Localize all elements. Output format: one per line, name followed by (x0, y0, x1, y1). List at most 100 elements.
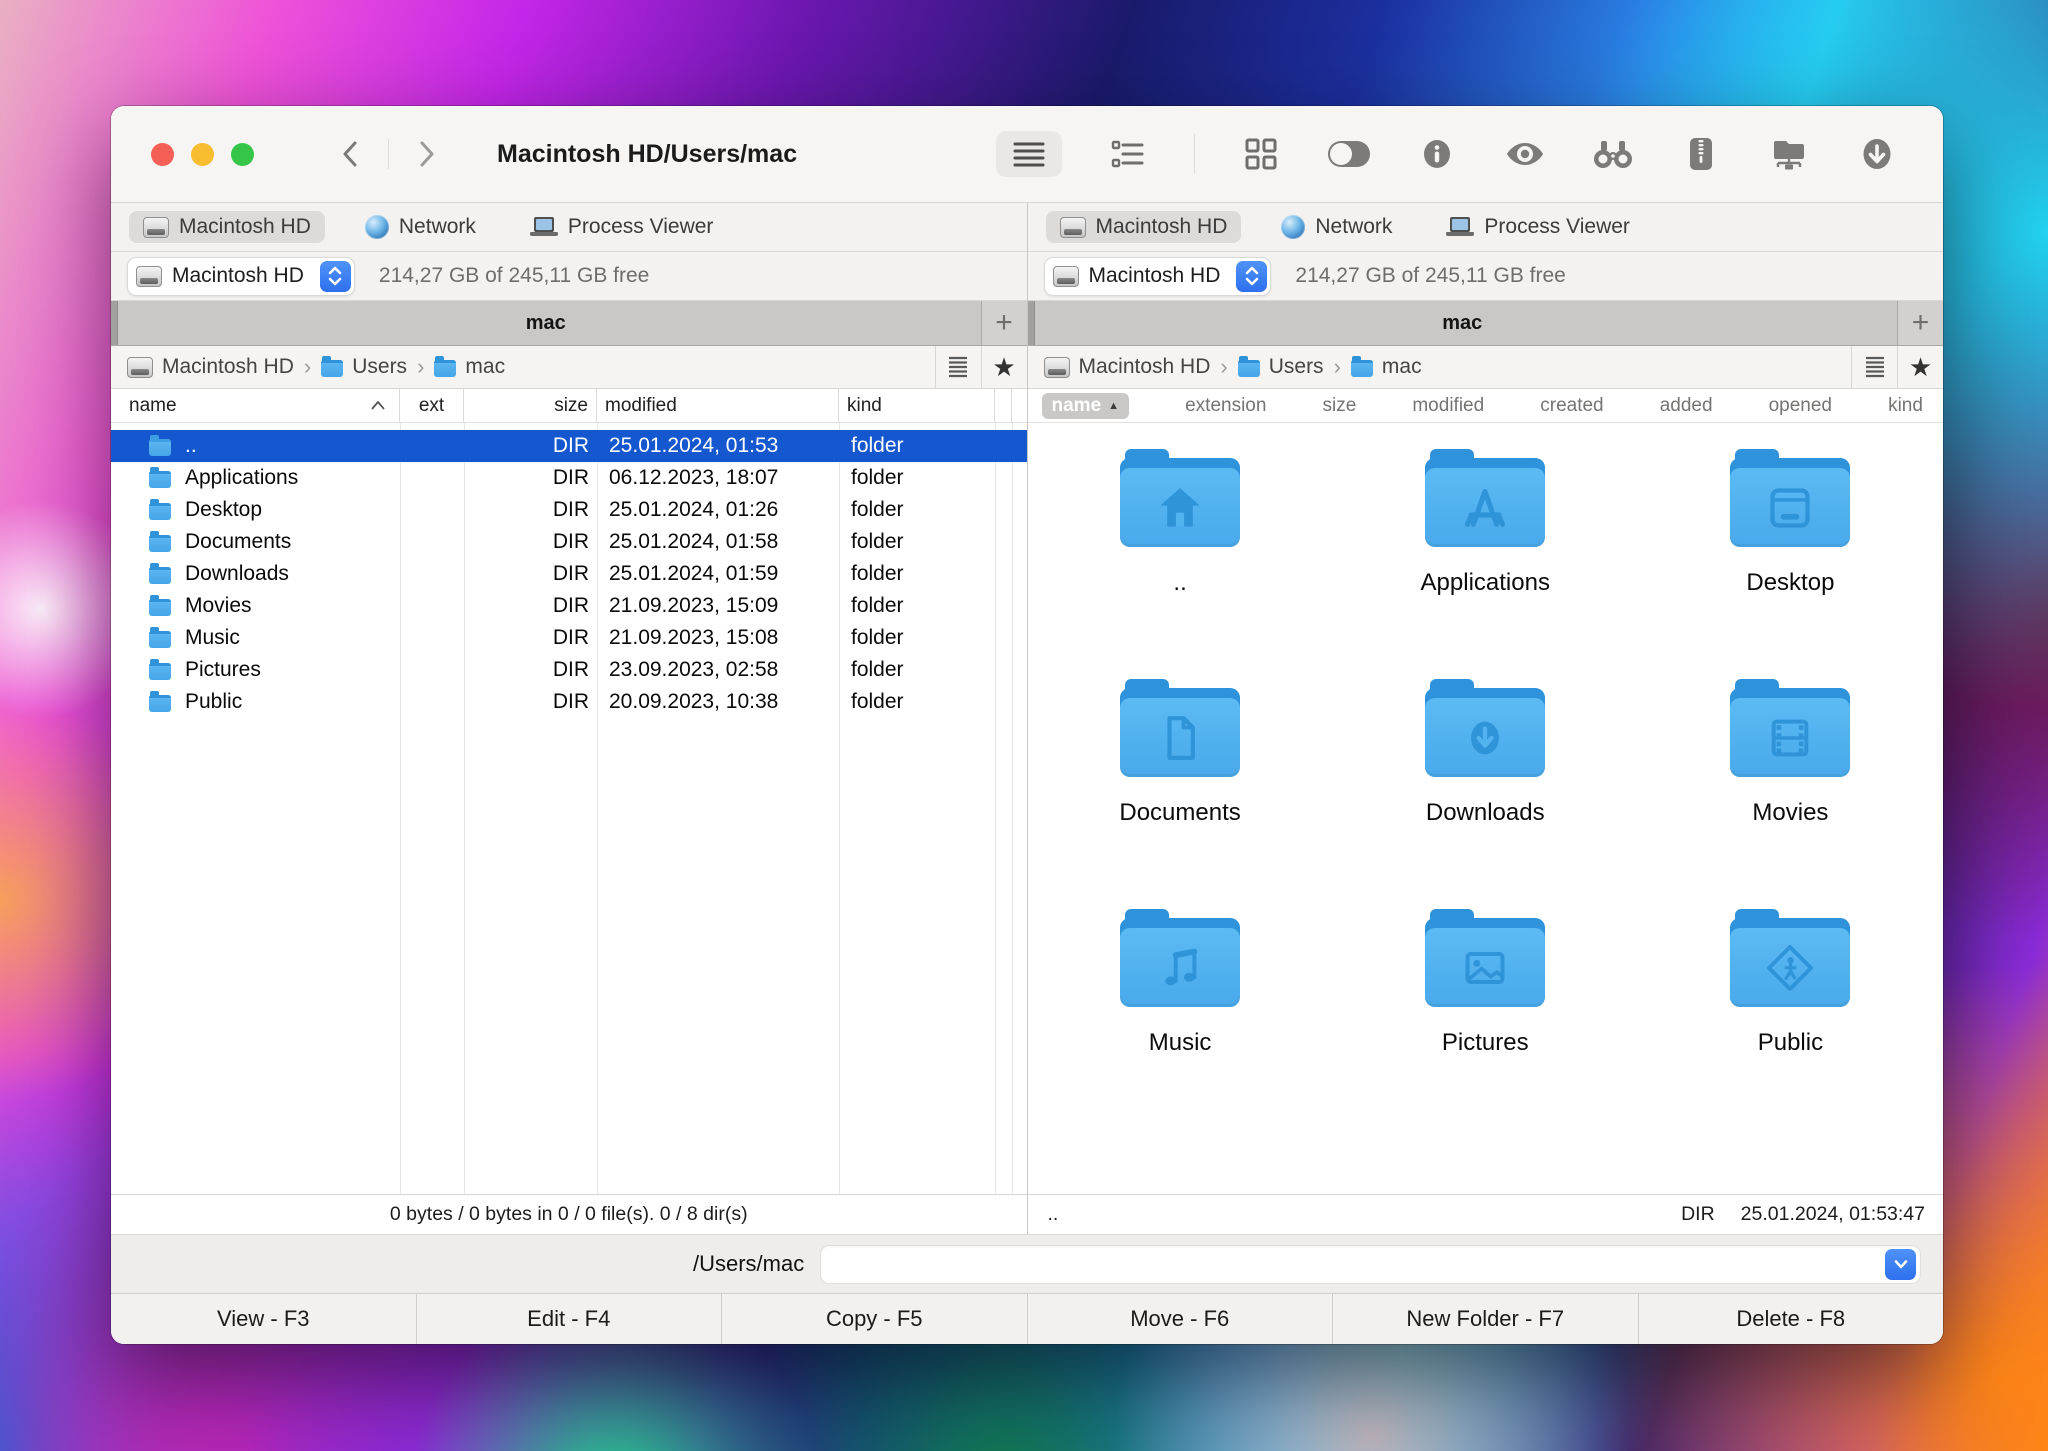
minimize-button[interactable] (191, 143, 214, 166)
place-tab-macintosh-hd[interactable]: Macintosh HD (1046, 211, 1242, 243)
column-header-filler (995, 389, 1012, 422)
column-header-extension[interactable]: extension (1185, 395, 1266, 417)
place-label: Network (1315, 215, 1392, 239)
place-tab-macintosh-hd[interactable]: Macintosh HD (129, 211, 325, 243)
column-header-kind[interactable]: kind (1888, 395, 1923, 417)
column-headers: name ext size modified kind (111, 389, 1027, 423)
info-icon (1422, 139, 1452, 169)
status-item-name: .. (1028, 1203, 1059, 1226)
folder-public-icon (1730, 909, 1850, 1007)
new-folder-f7-button[interactable]: New Folder - F7 (1333, 1294, 1639, 1344)
list-view-button[interactable] (996, 131, 1062, 177)
breadcrumb: Macintosh HD › Users › mac ★ (111, 346, 1027, 389)
column-header-opened[interactable]: opened (1769, 395, 1832, 417)
grid-item-pictures[interactable]: Pictures (1425, 909, 1545, 1139)
drive-name: Macintosh HD (1089, 264, 1227, 288)
grid-item-downloads[interactable]: Downloads (1425, 679, 1545, 909)
selection-summary: 0 bytes / 0 bytes in 0 / 0 file(s). 0 / … (390, 1203, 748, 1226)
drive-selector[interactable]: Macintosh HD (127, 257, 355, 296)
grid-item-movies[interactable]: Movies (1730, 679, 1850, 909)
download-button[interactable] (1855, 131, 1899, 177)
move-f6-button[interactable]: Move - F6 (1028, 1294, 1334, 1344)
grid-item-parent[interactable]: .. (1120, 449, 1240, 679)
table-row-music[interactable]: Music DIR 21.09.2023, 15:08 folder (111, 622, 1027, 654)
place-tab-process-viewer[interactable]: Process Viewer (516, 211, 728, 243)
info-button[interactable] (1415, 131, 1459, 177)
command-history-button[interactable] (1885, 1249, 1916, 1280)
add-tab-button[interactable]: + (1897, 301, 1943, 345)
column-header-name[interactable]: name (111, 389, 400, 422)
table-row-pictures[interactable]: Pictures DIR 23.09.2023, 02:58 folder (111, 654, 1027, 686)
place-tab-process-viewer[interactable]: Process Viewer (1432, 211, 1644, 243)
view-f3-button[interactable]: View - F3 (111, 1294, 417, 1344)
breadcrumb-item-mac[interactable]: mac (1351, 355, 1422, 379)
grid-view-button[interactable] (1239, 131, 1283, 177)
grid-item-public[interactable]: Public (1730, 909, 1850, 1139)
add-tab-button[interactable]: + (981, 301, 1027, 345)
table-row-desktop[interactable]: Desktop DIR 25.01.2024, 01:26 folder (111, 494, 1027, 526)
archive-button[interactable] (1679, 131, 1723, 177)
zoom-button[interactable] (231, 143, 254, 166)
table-row-movies[interactable]: Movies DIR 21.09.2023, 15:09 folder (111, 590, 1027, 622)
copy-f5-button[interactable]: Copy - F5 (722, 1294, 1028, 1344)
column-header-modified[interactable]: modified (597, 389, 839, 422)
back-button[interactable] (332, 136, 368, 172)
icon-grid: .. Applications Desktop (1028, 423, 1944, 1194)
place-tab-network[interactable]: Network (1267, 211, 1406, 243)
breadcrumb-separator: › (304, 354, 311, 380)
command-input[interactable] (831, 1246, 1885, 1283)
breadcrumb-item-users[interactable]: Users (1238, 355, 1324, 379)
place-tab-network[interactable]: Network (351, 211, 490, 243)
breadcrumb-item-mac[interactable]: mac (434, 355, 505, 379)
hidden-files-toggle[interactable] (1327, 131, 1371, 177)
grid-item-music[interactable]: Music (1120, 909, 1240, 1139)
globe-icon (1281, 215, 1305, 239)
command-input-wrap (820, 1245, 1921, 1284)
chevron-left-icon (342, 141, 358, 167)
column-header-created[interactable]: created (1540, 395, 1603, 417)
detail-view-button[interactable] (1106, 131, 1150, 177)
column-header-size[interactable]: size (464, 389, 597, 422)
edit-f4-button[interactable]: Edit - F4 (417, 1294, 723, 1344)
close-button[interactable] (151, 143, 174, 166)
view-options-button[interactable] (935, 346, 981, 388)
favorites-button[interactable]: ★ (1897, 346, 1943, 388)
pane-tab-mac[interactable]: mac (1028, 312, 1898, 335)
breadcrumb-item-macintosh-hd[interactable]: Macintosh HD (1044, 355, 1211, 379)
list-lines-icon (1864, 356, 1886, 378)
breadcrumb-item-users[interactable]: Users (321, 355, 407, 379)
grid-item-documents[interactable]: Documents (1119, 679, 1240, 909)
grid-item-desktop[interactable]: Desktop (1730, 449, 1850, 679)
column-header-size[interactable]: size (1323, 395, 1357, 417)
folder-documents-icon (1120, 679, 1240, 777)
table-row-parent[interactable]: .. DIR 25.01.2024, 01:53 folder (111, 430, 1027, 462)
column-header-name[interactable]: name ▲ (1042, 393, 1130, 419)
preview-button[interactable] (1503, 131, 1547, 177)
folder-users-icon (321, 360, 343, 377)
column-header-ext[interactable]: ext (400, 389, 464, 422)
column-header-kind[interactable]: kind (839, 389, 995, 422)
table-row-downloads[interactable]: Downloads DIR 25.01.2024, 01:59 folder (111, 558, 1027, 590)
free-space-text: 214,27 GB of 245,11 GB free (1295, 264, 1565, 288)
zip-icon (1688, 137, 1714, 171)
drive-selector[interactable]: Macintosh HD (1044, 257, 1272, 296)
toolbar-divider (1194, 134, 1195, 174)
forward-button[interactable] (409, 136, 445, 172)
table-row-public[interactable]: Public DIR 20.09.2023, 10:38 folder (111, 686, 1027, 718)
table-row-documents[interactable]: Documents DIR 25.01.2024, 01:58 folder (111, 526, 1027, 558)
right-status-bar: .. DIR 25.01.2024, 01:53:47 (1028, 1194, 1944, 1234)
view-options-button[interactable] (1851, 346, 1897, 388)
pane-tab-mac[interactable]: mac (111, 312, 981, 335)
table-row-applications[interactable]: Applications DIR 06.12.2023, 18:07 folde… (111, 462, 1027, 494)
eye-icon (1506, 141, 1544, 167)
column-header-added[interactable]: added (1660, 395, 1713, 417)
right-pane: Macintosh HD Network Process Viewer Maci… (1028, 203, 1944, 1234)
favorites-button[interactable]: ★ (981, 346, 1027, 388)
hard-drive-icon (1044, 357, 1070, 378)
search-button[interactable] (1591, 131, 1635, 177)
breadcrumb-item-macintosh-hd[interactable]: Macintosh HD (127, 355, 294, 379)
grid-item-applications[interactable]: Applications (1421, 449, 1550, 679)
delete-f8-button[interactable]: Delete - F8 (1639, 1294, 1944, 1344)
column-header-modified[interactable]: modified (1412, 395, 1484, 417)
network-share-button[interactable] (1767, 131, 1811, 177)
